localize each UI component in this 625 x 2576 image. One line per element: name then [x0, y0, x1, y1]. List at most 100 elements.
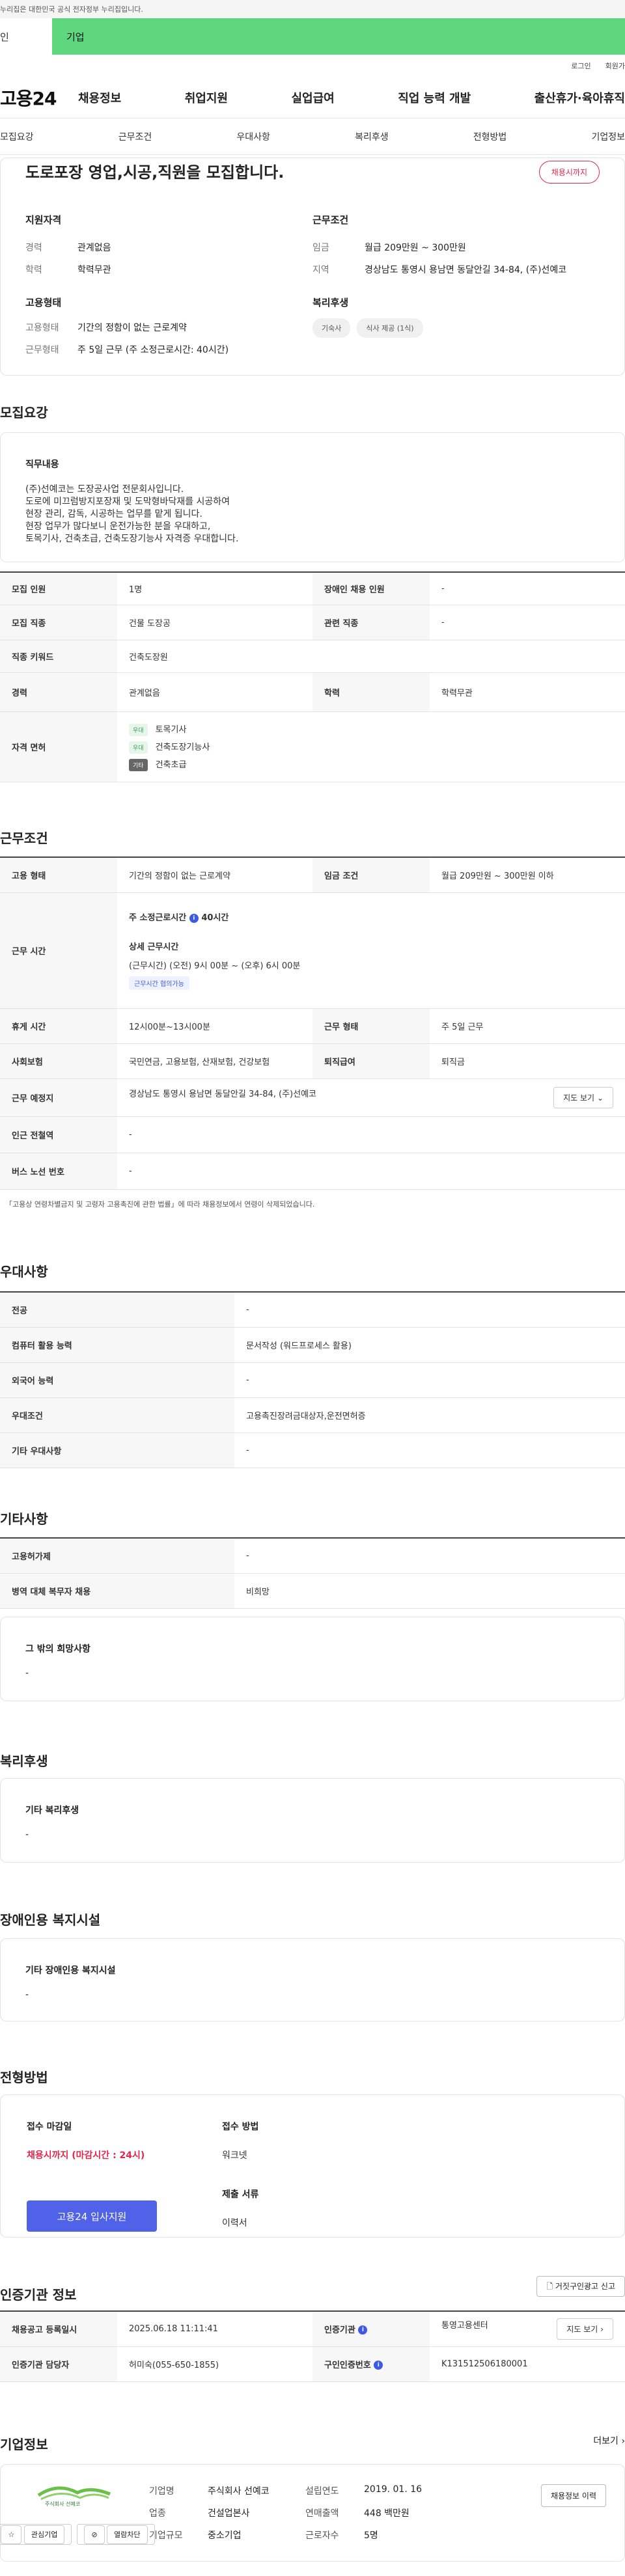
job-label: 모집 직종: [0, 605, 117, 640]
etc-other-value: -: [25, 1668, 29, 1679]
insurance-value: 국민연금, 고용보험, 산재보험, 건강보험: [117, 1043, 312, 1079]
military-label: 병역 대체 복무자 채용: [0, 1573, 234, 1609]
recruit-section-title: 모집요강: [0, 405, 48, 420]
false-ad-report-button[interactable]: 🗋 거짓구인광고 신고: [536, 2276, 625, 2297]
table-row: 고용허가제 -: [0, 1538, 625, 1574]
region-key: 지역: [312, 265, 329, 275]
job-history-button[interactable]: 채용정보 이력: [540, 2484, 606, 2507]
sales-label: 연매출액: [305, 2508, 339, 2519]
bus-label: 버스 노선 번호: [0, 1153, 117, 1190]
info-icon[interactable]: i: [374, 2361, 383, 2370]
table-row: 병역 대체 복무자 채용 비희망: [0, 1573, 625, 1609]
insurance-label: 사회보험: [0, 1043, 117, 1079]
wage-label: 임금 조건: [312, 857, 430, 893]
id-value: K131512506180001: [430, 2346, 625, 2382]
hours-main-value: 40시간: [201, 913, 229, 923]
chevron-right-icon: ›: [621, 2436, 625, 2446]
disabled-label: 장애인 채용 인원: [312, 572, 430, 605]
worktype-value: 주 5일 근무: [430, 1008, 625, 1044]
table-row: 근무 예정지 경상남도 통영시 용남면 동달안길 34-84, (주)선예코 지…: [0, 1078, 625, 1117]
emp-type-key: 고용형태: [25, 323, 59, 333]
place-label: 근무 예정지: [0, 1078, 117, 1117]
career-label: 경력: [0, 672, 117, 712]
language-label: 외국어 능력: [0, 1362, 234, 1398]
gnb-item-unemployment-benefit[interactable]: 실업급여: [292, 89, 335, 106]
top-tabs: 인 기업: [0, 18, 625, 55]
anchor-welfare[interactable]: 복리후생: [355, 130, 389, 143]
reg-label: 채용공고 등록일시: [0, 2311, 117, 2347]
computer-label: 컴퓨터 활용 능력: [0, 1327, 234, 1363]
military-value: 비희망: [234, 1573, 625, 1609]
career-value: 관계없음: [117, 672, 312, 712]
site-logo[interactable]: 고용24: [0, 85, 78, 111]
hours-label: 근무 시간: [0, 892, 117, 1009]
block-view-button[interactable]: ⊘ 열람차단: [77, 2524, 155, 2545]
license-label: 자격 면허: [0, 711, 117, 782]
hours-detail-value: (근무시간) (오전) 9시 00분 ~ (오후) 6시 00분: [129, 961, 301, 971]
manager-label: 인증기관 담당자: [0, 2346, 117, 2382]
welfare-box: 기타 복리후생 -: [0, 1778, 625, 1863]
table-row: 버스 노선 번호 -: [0, 1153, 625, 1190]
welfare-heading: 복리후생: [312, 297, 349, 308]
table-row: 고용 형태 기간의 정함이 없는 근로계약 임금 조건 월급 209만원 ~ 3…: [0, 857, 625, 893]
info-icon[interactable]: i: [358, 2325, 368, 2335]
qualification-heading: 지원자격: [25, 214, 62, 226]
gnb-item-employment-support[interactable]: 취업지원: [185, 89, 228, 106]
chevron-right-icon: ›: [600, 2324, 604, 2334]
break-label: 휴게 시간: [0, 1008, 117, 1044]
duty-description: (주)선예코는 도장공사업 전문회사입니다. 도로에 미끄럼방지포장재 및 도막…: [25, 484, 239, 544]
disabled-value: -: [430, 572, 625, 605]
table-row: 인증기관 담당자 허미숙(055-650-1855) 구인인증번호 i K131…: [0, 2346, 625, 2382]
agency-map-button[interactable]: 지도 보기 ›: [557, 2318, 613, 2340]
apply-button[interactable]: 고용24 입사지원: [27, 2200, 157, 2232]
tab-individual[interactable]: 인: [0, 18, 52, 55]
map-button[interactable]: 지도 보기 ⌄: [553, 1086, 613, 1108]
signup-link[interactable]: 회원가: [605, 61, 625, 71]
section-anchor-nav: 모집요강 근무조건 우대사항 복리후생 전형방법 기업정보: [0, 118, 625, 155]
permit-value: -: [234, 1538, 625, 1574]
anchor-conditions[interactable]: 근무조건: [118, 130, 152, 143]
table-row: 경력 관계없음 학력 학력무관: [0, 672, 625, 712]
break-value: 12시00분~13시00분: [117, 1008, 312, 1044]
severance-value: 퇴직금: [430, 1043, 625, 1079]
major-value: -: [234, 1292, 625, 1328]
other-pref-label: 기타 우대사항: [0, 1432, 234, 1468]
interest-company-button[interactable]: ☆ 관심기업: [0, 2524, 72, 2545]
company-box: 주식회사 선예코 ☆ 관심기업 ⊘ 열람차단 기업명 주식회사 선예코 설립연도…: [0, 2464, 625, 2562]
tab-corporate[interactable]: 기업: [52, 18, 625, 55]
agency-table: 채용공고 등록일시 2025.06.18 11:11:41 인증기관 i 통영고…: [0, 2310, 625, 2382]
region-value: 경상남도 통영시 용남면 동달안길 34-84, (주)선예코: [365, 265, 567, 275]
license-name: 건축초급: [155, 760, 187, 770]
anchor-recruit[interactable]: 모집요강: [0, 130, 34, 143]
conditions-table: 고용 형태 기간의 정함이 없는 근로계약 임금 조건 월급 209만원 ~ 3…: [0, 856, 625, 1190]
etc-other-box: 그 밖의 희망사항 -: [0, 1617, 625, 1701]
company-name-value: 주식회사 선예코: [208, 2486, 270, 2497]
gnb-item-jobs[interactable]: 채용정보: [78, 89, 121, 106]
hours-detail-cell: 주 소정근로시간 i 40시간 상세 근무시간 (근무시간) (오전) 9시 0…: [117, 892, 625, 1009]
founded-value: 2019. 01. 16: [364, 2484, 423, 2495]
info-icon[interactable]: i: [189, 913, 199, 923]
conditions-heading: 근무조건: [312, 214, 349, 226]
reg-value: 2025.06.18 11:11:41: [117, 2311, 312, 2347]
gnb-item-vocational-training[interactable]: 직업 능력 개발: [398, 89, 471, 106]
company-name-label: 기업명: [149, 2486, 174, 2497]
work-type-value: 주 5일 근무 (주 소정근로시간: 40시간): [77, 345, 229, 355]
etc-table: 고용허가제 - 병역 대체 복무자 채용 비희망: [0, 1537, 625, 1609]
company-more-link[interactable]: 더보기 ›: [593, 2434, 625, 2447]
license-name: 건축도장기능사: [155, 742, 210, 752]
gnb-item-parental-leave[interactable]: 출산휴가·육아휴직: [535, 89, 625, 106]
facility-box-value: -: [25, 1990, 29, 2000]
license-badge: 우대: [129, 741, 148, 754]
hours-main-label: 주 소정근로시간: [129, 913, 187, 923]
related-label: 관련 직종: [312, 605, 430, 640]
sales-value: 448 백만원: [364, 2508, 410, 2519]
process-section-title: 전형방법: [0, 2070, 48, 2085]
license-badge: 우대: [129, 723, 148, 736]
gov-banner: 누리집은 대한민국 공식 전자정부 누리집입니다.: [0, 0, 625, 18]
anchor-preference[interactable]: 우대사항: [236, 130, 270, 143]
anchor-process[interactable]: 전형방법: [473, 130, 507, 143]
star-icon: ☆: [1, 2525, 22, 2544]
chevron-down-icon: ⌄: [596, 1093, 604, 1103]
anchor-company[interactable]: 기업정보: [591, 130, 625, 143]
login-link[interactable]: 로그인: [571, 61, 590, 71]
